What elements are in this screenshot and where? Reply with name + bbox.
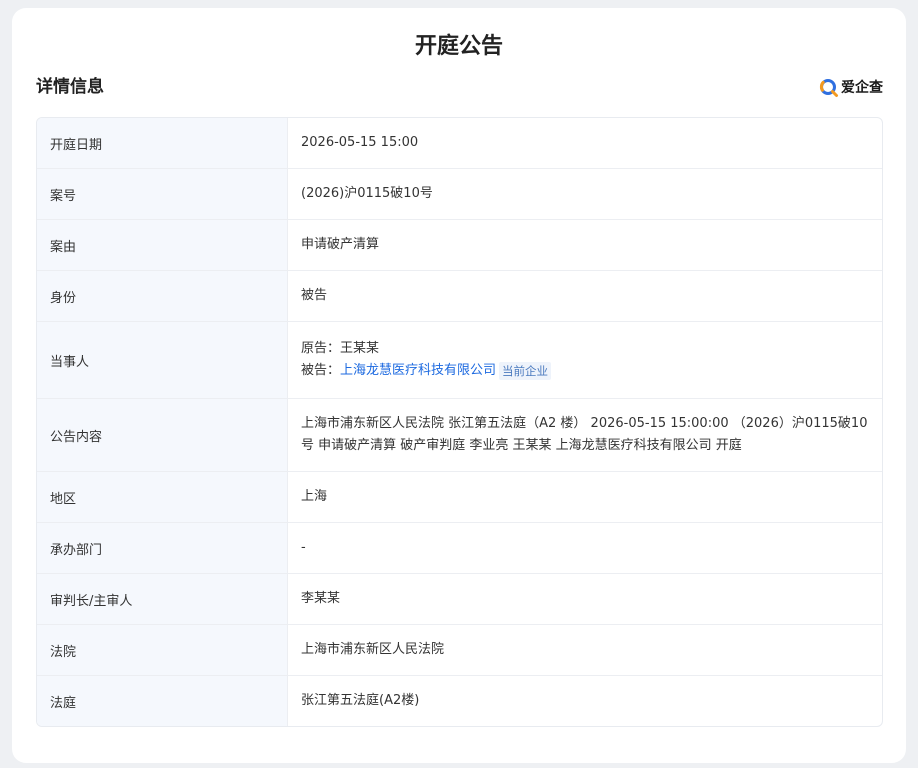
plaintiff-line: 原告： 王某某 bbox=[301, 338, 869, 360]
row-label: 法庭 bbox=[37, 676, 288, 726]
details-table: 开庭日期 2026-05-15 15:00 案号 (2026)沪0115破10号… bbox=[36, 117, 883, 727]
row-case-no: 案号 (2026)沪0115破10号 bbox=[37, 169, 882, 220]
parties-value: 原告： 王某某 被告： 上海龙慧医疗科技有限公司 当前企业 bbox=[288, 322, 882, 398]
row-label: 当事人 bbox=[37, 322, 288, 398]
current-company-badge: 当前企业 bbox=[499, 362, 552, 380]
brand-name: 爱企查 bbox=[841, 80, 883, 96]
identity-value: 被告 bbox=[301, 288, 328, 303]
row-label: 审判长/主审人 bbox=[37, 574, 288, 624]
row-label: 案由 bbox=[37, 220, 288, 270]
brand-logo[interactable]: 爱企查 bbox=[819, 78, 883, 98]
department-value: - bbox=[301, 540, 306, 555]
defendant-prefix: 被告： bbox=[301, 363, 341, 378]
row-label: 开庭日期 bbox=[37, 118, 288, 168]
courtroom-value: 张江第五法庭(A2楼) bbox=[301, 693, 420, 708]
row-identity: 身份 被告 bbox=[37, 271, 882, 322]
row-judge: 审判长/主审人 李某某 bbox=[37, 574, 882, 625]
row-content: 公告内容 上海市浦东新区人民法院 张江第五法庭（A2 楼） 2026-05-15… bbox=[37, 399, 882, 472]
judge-value: 李某某 bbox=[301, 591, 341, 606]
row-label: 身份 bbox=[37, 271, 288, 321]
plaintiff-name: 王某某 bbox=[340, 341, 380, 356]
hearing-date-value: 2026-05-15 15:00 bbox=[301, 135, 419, 150]
defendant-line: 被告： 上海龙慧医疗科技有限公司 当前企业 bbox=[301, 360, 869, 382]
region-value: 上海 bbox=[301, 489, 328, 504]
row-label: 地区 bbox=[37, 472, 288, 522]
row-courtroom: 法庭 张江第五法庭(A2楼) bbox=[37, 676, 882, 726]
row-cause: 案由 申请破产清算 bbox=[37, 220, 882, 271]
row-date: 开庭日期 2026-05-15 15:00 bbox=[37, 118, 882, 169]
aiqicha-logo-icon bbox=[819, 79, 838, 97]
plaintiff-prefix: 原告： bbox=[301, 341, 341, 356]
court-value: 上海市浦东新区人民法院 bbox=[301, 642, 445, 657]
row-department: 承办部门 - bbox=[37, 523, 882, 574]
announcement-content-value: 上海市浦东新区人民法院 张江第五法庭（A2 楼） 2026-05-15 15:0… bbox=[301, 416, 868, 453]
case-number-value: (2026)沪0115破10号 bbox=[301, 186, 433, 201]
row-label: 法院 bbox=[37, 625, 288, 675]
row-court: 法院 上海市浦东新区人民法院 bbox=[37, 625, 882, 676]
page-title: 开庭公告 bbox=[414, 34, 503, 59]
row-label: 公告内容 bbox=[37, 399, 288, 471]
row-label: 承办部门 bbox=[37, 523, 288, 573]
section-title: 详情信息 bbox=[36, 77, 104, 97]
case-cause-value: 申请破产清算 bbox=[301, 237, 380, 252]
row-parties: 当事人 原告： 王某某 被告： 上海龙慧医疗科技有限公司 当前企业 bbox=[37, 322, 882, 399]
defendant-company-link[interactable]: 上海龙慧医疗科技有限公司 bbox=[340, 360, 496, 382]
row-region: 地区 上海 bbox=[37, 472, 882, 523]
announcement-card: 开庭公告 详情信息 爱企查 开庭日期 2026-05-15 15:00 案号 (… bbox=[12, 8, 906, 763]
row-label: 案号 bbox=[37, 169, 288, 219]
